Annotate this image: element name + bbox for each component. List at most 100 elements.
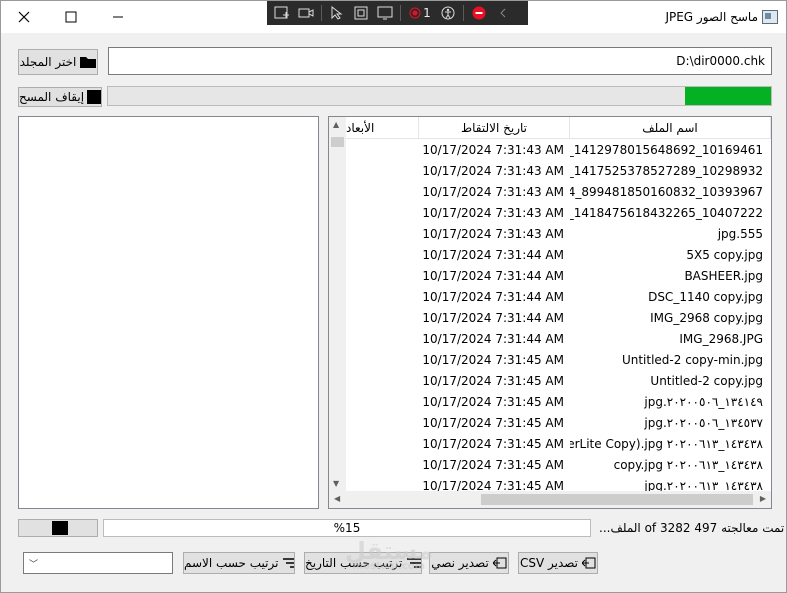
column-header-name[interactable]: اسم الملف (570, 117, 771, 139)
record-icon[interactable]: 1 (405, 3, 435, 23)
column-header-dims[interactable]: الأبعاد (346, 117, 419, 139)
progress-percent: %15 (333, 521, 361, 535)
cell-capture-date: 10/17/2024 7:31:45 AM (422, 478, 564, 492)
cell-capture-date: 10/17/2024 7:31:44 AM (422, 247, 564, 262)
cell-file-name: 39424_899481850160832_10393967 (570, 184, 763, 199)
capture-toolbar: 1 (267, 1, 528, 25)
cell-dimensions (346, 349, 418, 370)
close-button[interactable] (1, 1, 47, 33)
table-row[interactable]: jpg.١٣٤٥٣٧_٢٠٢٠٠٥٠٦ 10/17/2024 7:31:45 AM (346, 412, 771, 433)
cell-capture-date: 10/17/2024 7:31:45 AM (422, 373, 564, 388)
table-row[interactable]: BASHEER.jpg 10/17/2024 7:31:44 AM (346, 265, 771, 286)
cell-file-name: jpg.١٣٤١٤٩_٢٠٢٠٠٥٠٦ (644, 394, 763, 409)
table-row[interactable]: IMG_2968 copy.jpg 10/17/2024 7:31:44 AM (346, 307, 771, 328)
vertical-scroll-thumb[interactable] (331, 137, 344, 147)
scroll-down-icon[interactable]: ▼ (333, 479, 339, 488)
close-icon (18, 11, 30, 23)
collapse-icon[interactable] (492, 3, 514, 23)
horizontal-scrollbar[interactable]: ◀ ▶ (329, 491, 771, 508)
toolbar-separator (321, 5, 322, 21)
overall-progress-bar: %15 (103, 519, 591, 537)
sort-lines-icon (407, 558, 421, 568)
cell-dimensions (346, 244, 418, 265)
region-icon[interactable] (350, 3, 372, 23)
app-window: 1 ماسح الصور JPEG اختر المجلد D:\dir0000… (0, 0, 787, 593)
pause-toggle[interactable] (18, 519, 98, 537)
table-row[interactable]: Untitled-2 copy-min.jpg 10/17/2024 7:31:4… (346, 349, 771, 370)
folder-path-field[interactable]: D:\dir0000.chk (108, 47, 772, 75)
cell-capture-date: 10/17/2024 7:31:44 AM (422, 310, 564, 325)
cell-dimensions (346, 412, 418, 433)
cell-file-name: 1961_1412978015648692_10169461 (570, 142, 763, 157)
stop-scan-button[interactable]: إيقاف المسح (18, 87, 102, 107)
scroll-left-icon[interactable]: ◀ (334, 494, 340, 503)
cell-file-name: jpg.555 (717, 226, 763, 241)
cell-dimensions (346, 328, 418, 349)
table-row[interactable]: 5X5 copy.jpg 10/17/2024 7:31:44 AM (346, 244, 771, 265)
table-row[interactable]: 5073_1418475618432265_10407222 10/17/2024… (346, 202, 771, 223)
table-row[interactable]: (PowerLite Copy).jpg ١٤٣٤٣٨_٢٠٢٠٠٦١٣ 10/1… (346, 433, 771, 454)
add-window-icon[interactable] (271, 3, 293, 23)
cell-file-name: Untitled-2 copy-min.jpg (621, 352, 763, 367)
cell-dimensions (346, 202, 418, 223)
table-row[interactable]: jpg.١٤٣٤٣٨_٢٠٢٠٠٦١٣ 10/17/2024 7:31:45 AM (346, 475, 771, 492)
minimize-button[interactable] (95, 1, 141, 33)
scroll-right-icon[interactable]: ▶ (760, 494, 766, 503)
cell-capture-date: 10/17/2024 7:31:43 AM (422, 226, 564, 241)
table-row[interactable]: copy.jpg ١٤٣٤٣٨_٢٠٢٠٠٦١٣ 10/17/2024 7:31:… (346, 454, 771, 475)
title-bar: 1 ماسح الصور JPEG (1, 1, 786, 33)
cell-file-name: IMG_2968 copy.jpg (650, 310, 763, 325)
stop-scan-label: إيقاف المسح (19, 90, 85, 104)
table-row[interactable]: 1961_1412978015648692_10169461 10/17/2024… (346, 139, 771, 160)
cell-capture-date: 10/17/2024 7:31:43 AM (422, 205, 564, 220)
cell-dimensions (346, 181, 418, 202)
cell-file-name: 5X5 copy.jpg (686, 247, 763, 262)
cell-file-name: BASHEER.jpg (684, 268, 763, 283)
table-row[interactable]: DSC_1140 copy.jpg 10/17/2024 7:31:44 AM (346, 286, 771, 307)
maximize-icon (65, 11, 77, 23)
table-row[interactable]: jpg.١٣٤١٤٩_٢٠٢٠٠٥٠٦ 10/17/2024 7:31:45 AM (346, 391, 771, 412)
export-icon (492, 557, 507, 569)
cell-file-name: (PowerLite Copy).jpg ١٤٣٤٣٨_٢٠٢٠٠٦١٣ (570, 436, 763, 451)
sort-combo[interactable]: ﹀ (23, 552, 173, 574)
cell-file-name: Untitled-2 copy.jpg (650, 373, 763, 388)
cell-capture-date: 10/17/2024 7:31:43 AM (422, 184, 564, 199)
vertical-scrollbar[interactable]: ▲ ▼ (329, 117, 346, 491)
file-list-view[interactable]: اسم الملف تاريخ الالتقاط الأبعاد 1961_14… (328, 116, 772, 509)
cell-capture-date: 10/17/2024 7:31:45 AM (422, 415, 564, 430)
horizontal-scroll-thumb[interactable] (481, 494, 753, 505)
record-count: 1 (423, 6, 431, 20)
table-row[interactable]: jpg.555 10/17/2024 7:31:43 AM (346, 223, 771, 244)
pointer-icon[interactable] (326, 3, 348, 23)
table-row[interactable]: 39424_899481850160832_10393967 10/17/2024… (346, 181, 771, 202)
cell-file-name: 2438_1417525378527289_10298932 (570, 163, 763, 178)
table-row[interactable]: Untitled-2 copy.jpg 10/17/2024 7:31:45 AM (346, 370, 771, 391)
cell-dimensions (346, 160, 418, 181)
app-icon (762, 10, 778, 24)
sort-by-date-button[interactable]: ترتيب حسب التاريخ (304, 552, 422, 574)
stop-icon[interactable] (468, 3, 490, 23)
export-csv-button[interactable]: تصدير CSV (518, 552, 598, 574)
cell-dimensions (346, 223, 418, 244)
cell-capture-date: 10/17/2024 7:31:44 AM (422, 268, 564, 283)
cell-file-name: 5073_1418475618432265_10407222 (570, 205, 763, 220)
maximize-button[interactable] (48, 1, 94, 33)
table-row[interactable]: 2438_1417525378527289_10298932 10/17/2024… (346, 160, 771, 181)
sort-by-name-button[interactable]: ترتيب حسب الاسم (183, 552, 295, 574)
scroll-up-icon[interactable]: ▲ (333, 120, 339, 129)
accessibility-icon[interactable] (437, 3, 459, 23)
column-header-date[interactable]: تاريخ الالتقاط (419, 117, 570, 139)
screen-capture-icon[interactable] (374, 3, 396, 23)
image-preview-pane (18, 116, 319, 509)
cell-file-name: jpg.١٣٤٥٣٧_٢٠٢٠٠٥٠٦ (644, 415, 763, 430)
cell-capture-date: 10/17/2024 7:31:44 AM (422, 331, 564, 346)
export-csv-label: تصدير CSV (519, 556, 579, 570)
choose-folder-button[interactable]: اختر المجلد (18, 49, 98, 75)
status-text: تمت معالجته 497 of 3282 الملف... (599, 521, 785, 535)
sort-lines-icon (283, 558, 294, 568)
cell-capture-date: 10/17/2024 7:31:45 AM (422, 436, 564, 451)
table-row[interactable]: IMG_2968.JPG 10/17/2024 7:31:44 AM (346, 328, 771, 349)
cell-file-name: IMG_2968.JPG (679, 331, 763, 346)
video-icon[interactable] (295, 3, 317, 23)
export-text-button[interactable]: تصدير نصي (429, 552, 509, 574)
